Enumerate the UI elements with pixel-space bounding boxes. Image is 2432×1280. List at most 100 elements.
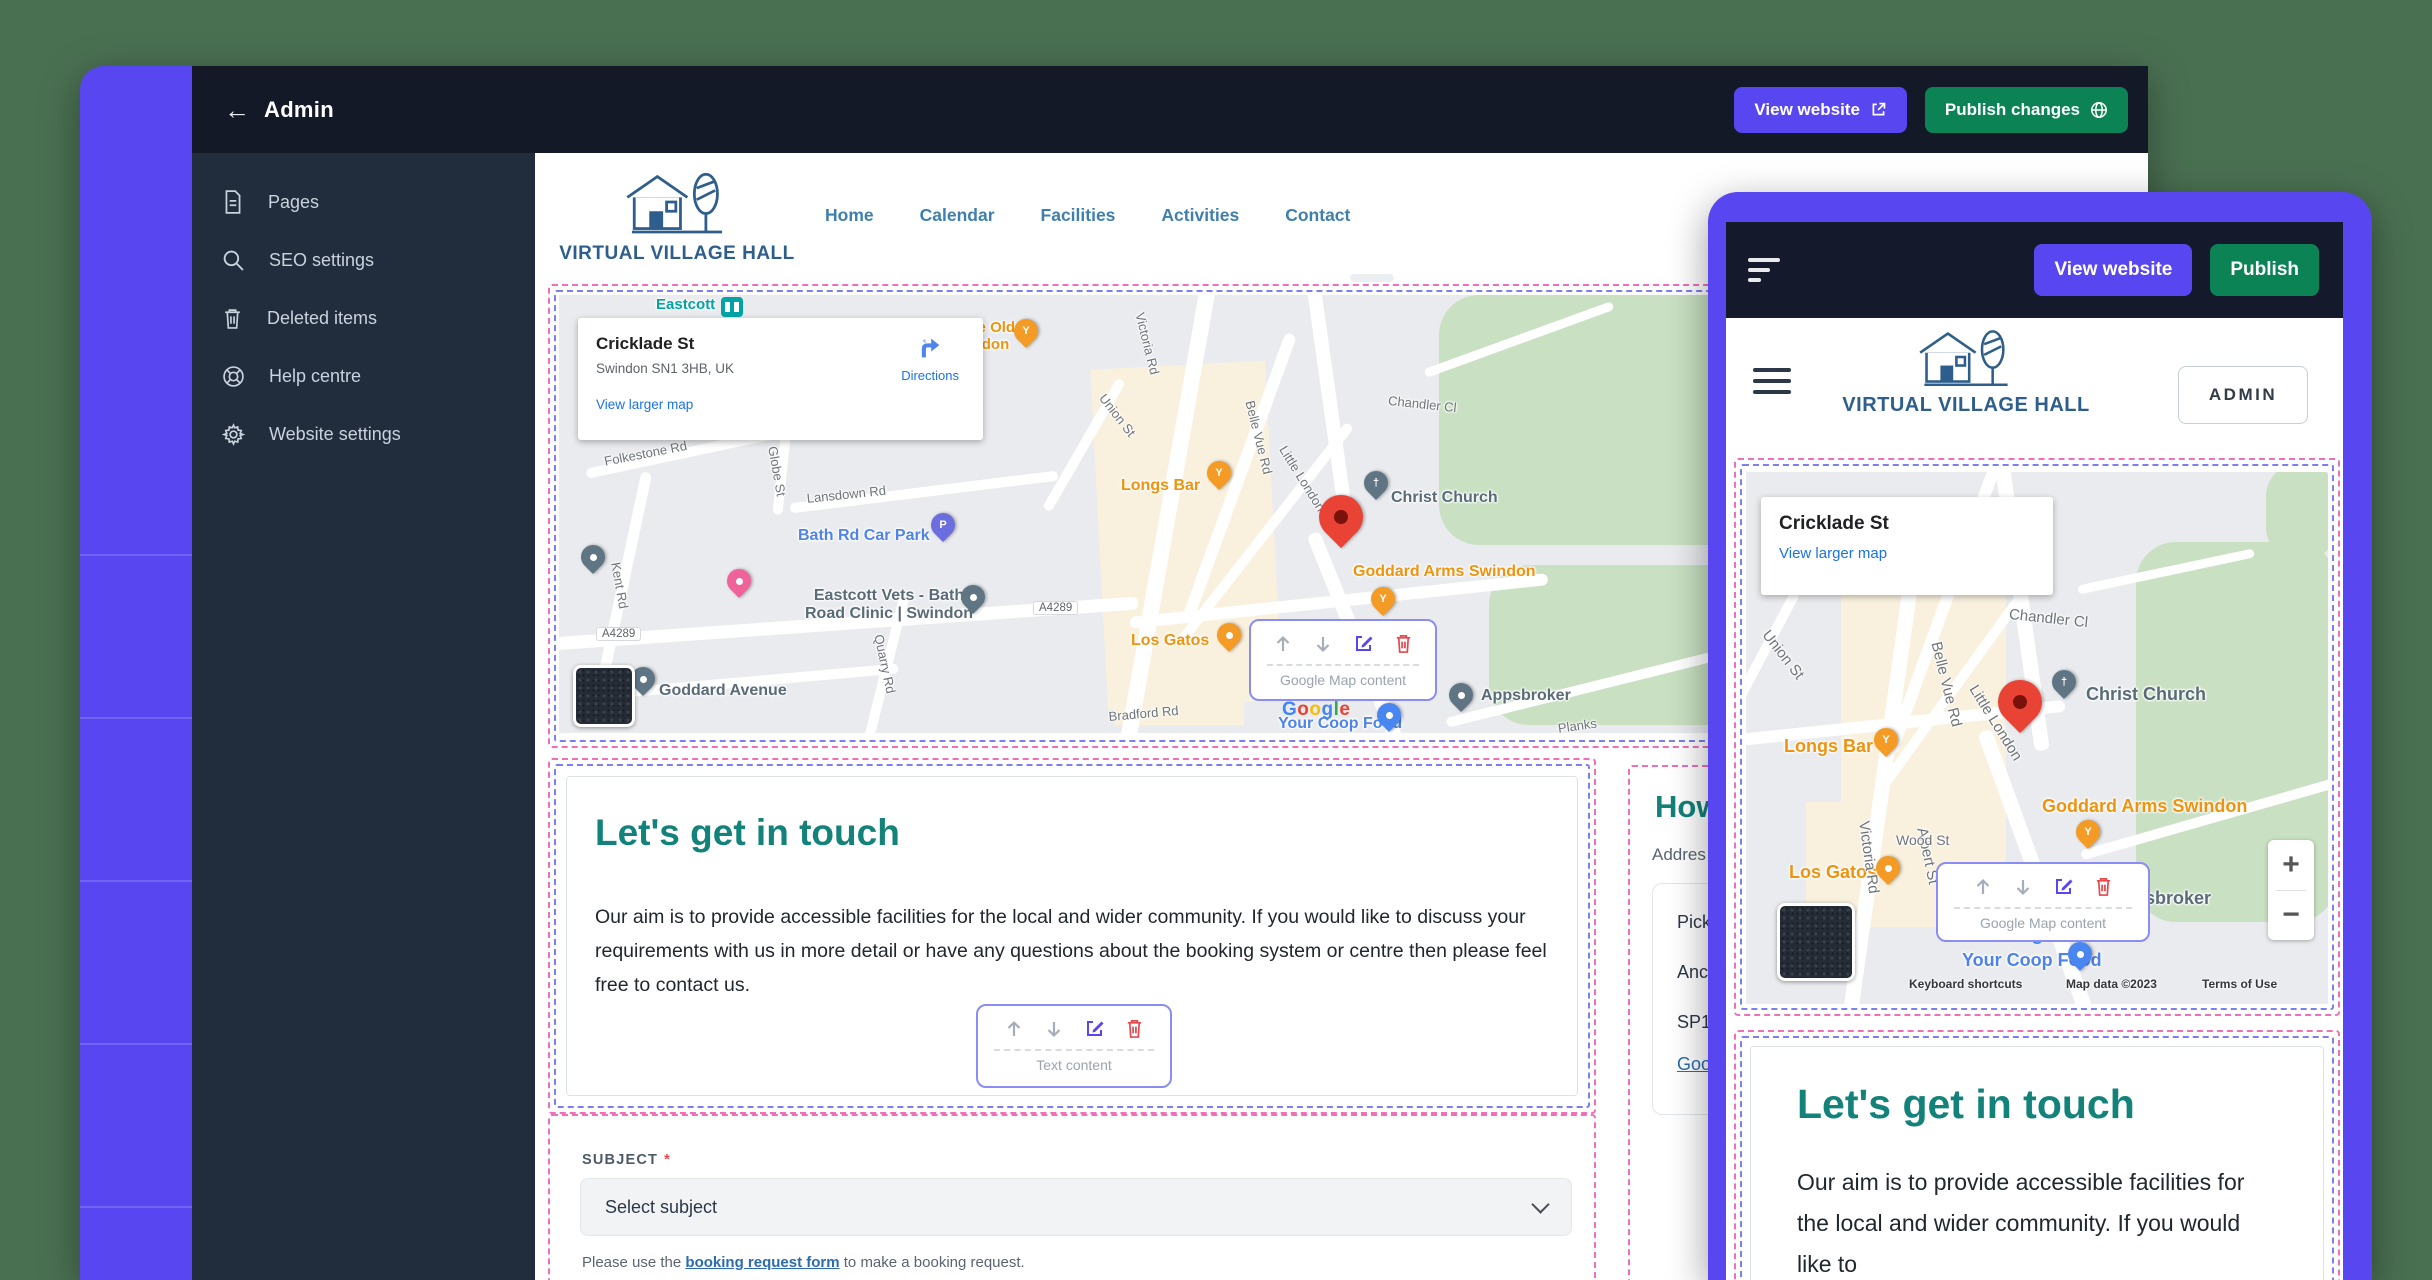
edit-icon[interactable] bbox=[1353, 633, 1374, 654]
chevron-down-icon bbox=[1531, 1195, 1549, 1213]
map-pin-icon[interactable]: † bbox=[1359, 466, 1393, 500]
map-pin-icon[interactable]: Y bbox=[1366, 582, 1400, 616]
map-label: Bath Rd Car Park bbox=[798, 527, 930, 545]
admin-title: Admin bbox=[264, 97, 334, 123]
move-up-icon[interactable] bbox=[1273, 634, 1293, 654]
map-content-toolbar: Google Map content bbox=[1249, 619, 1437, 701]
address-line: Anc bbox=[1677, 962, 1708, 983]
site-brand-text: VIRTUAL VILLAGE HALL bbox=[559, 243, 795, 265]
form-block-outline: SUBJECT* Select subject Please use the b… bbox=[548, 1114, 1596, 1280]
subject-select-value: Select subject bbox=[605, 1197, 717, 1218]
hamburger-menu-icon[interactable] bbox=[1753, 368, 1791, 394]
view-larger-map-link[interactable]: View larger map bbox=[596, 397, 965, 412]
map-pin-icon[interactable] bbox=[1372, 698, 1406, 732]
map-data-label: Map data ©2023 bbox=[2066, 977, 2157, 991]
directions-control[interactable]: Directions bbox=[901, 334, 959, 383]
map-label: Eastcott bbox=[656, 296, 715, 313]
nav-link-facilities[interactable]: Facilities bbox=[1041, 205, 1116, 226]
map-pin-icon[interactable] bbox=[1444, 678, 1478, 712]
publish-changes-label: Publish changes bbox=[1945, 100, 2080, 120]
map-label: Appsbroker bbox=[1481, 687, 1571, 705]
move-up-icon[interactable] bbox=[1973, 877, 1993, 897]
map-pin-icon[interactable]: Y bbox=[1202, 456, 1236, 490]
move-down-icon[interactable] bbox=[2013, 877, 2033, 897]
map-pin-icon[interactable] bbox=[576, 540, 610, 574]
section-paragraph: Our aim is to provide accessible facilit… bbox=[1797, 1162, 2277, 1280]
map-label: Goddard Avenue bbox=[659, 682, 787, 700]
view-larger-map-link[interactable]: View larger map bbox=[1779, 545, 2035, 562]
map-label: Christ Church bbox=[2086, 684, 2206, 705]
map-pin-icon[interactable] bbox=[1871, 851, 1905, 885]
map-pin-icon[interactable] bbox=[956, 580, 990, 614]
map-pin-icon[interactable]: † bbox=[2047, 665, 2081, 699]
map-label: Wood St bbox=[1896, 832, 1949, 848]
map-label: A4289 bbox=[1033, 601, 1078, 615]
satellite-toggle-thumbnail[interactable] bbox=[573, 665, 635, 727]
search-icon bbox=[222, 249, 245, 272]
delete-icon[interactable] bbox=[1125, 1018, 1144, 1039]
trash-icon bbox=[222, 307, 243, 330]
view-website-button[interactable]: View website bbox=[1734, 87, 1907, 133]
globe-icon bbox=[2090, 101, 2108, 119]
address-line: Pick bbox=[1677, 912, 1711, 933]
delete-icon[interactable] bbox=[1394, 633, 1413, 654]
admin-badge-button[interactable]: ADMIN bbox=[2178, 366, 2308, 424]
map-pin-icon[interactable] bbox=[1212, 618, 1246, 652]
strip-separator bbox=[80, 554, 192, 556]
sidebar-item-website-settings[interactable]: Website settings bbox=[192, 405, 535, 463]
sidebar-item-label: Pages bbox=[268, 192, 319, 213]
mobile-site-logo[interactable]: VIRTUAL VILLAGE HALL bbox=[1856, 324, 2076, 417]
map-pin-icon[interactable] bbox=[1310, 486, 1372, 548]
map-label: Goddard Arms Swindon bbox=[1353, 563, 1536, 581]
edit-icon[interactable] bbox=[1084, 1018, 1105, 1039]
mobile-map-block-outline: Google Cricklade St View larger map bbox=[1734, 458, 2340, 1016]
map-pin-icon[interactable] bbox=[722, 564, 756, 598]
strip-separator bbox=[80, 1206, 192, 1208]
map-pin-icon[interactable]: P bbox=[926, 508, 960, 542]
nav-link-calendar[interactable]: Calendar bbox=[920, 205, 995, 226]
sidebar-item-label: SEO settings bbox=[269, 250, 374, 271]
map-pin-icon[interactable]: Y bbox=[1009, 314, 1043, 348]
map-pin-icon[interactable] bbox=[1989, 671, 2051, 733]
help-lifebuoy-icon bbox=[222, 365, 245, 388]
map-zoom-control: + − bbox=[2268, 840, 2314, 940]
filter-lines-icon[interactable] bbox=[1748, 258, 1780, 282]
transit-marker-icon[interactable] bbox=[721, 297, 743, 317]
map-pin-icon[interactable]: Y bbox=[1869, 723, 1903, 757]
terms-of-use-link[interactable]: Terms of Use bbox=[2202, 977, 2277, 991]
move-down-icon[interactable] bbox=[1313, 634, 1333, 654]
zoom-in-button[interactable]: + bbox=[2268, 840, 2314, 890]
nav-link-activities[interactable]: Activities bbox=[1161, 205, 1239, 226]
move-up-icon[interactable] bbox=[1004, 1019, 1024, 1039]
mobile-google-map-embed[interactable]: Google Cricklade St View larger map bbox=[1746, 472, 2328, 1004]
map-card-title: Cricklade St bbox=[1779, 513, 2035, 535]
map-info-card: Cricklade St Swindon SN1 3HB, UK Directi… bbox=[578, 318, 983, 440]
sidebar-item-pages[interactable]: Pages bbox=[192, 173, 535, 231]
booking-request-form-link[interactable]: booking request form bbox=[685, 1254, 839, 1271]
map-pin-icon[interactable]: Y bbox=[2071, 815, 2105, 849]
delete-icon[interactable] bbox=[2094, 876, 2113, 897]
mobile-publish-button[interactable]: Publish bbox=[2210, 244, 2319, 296]
mobile-view-website-button[interactable]: View website bbox=[2034, 244, 2192, 296]
sidebar-item-deleted-items[interactable]: Deleted items bbox=[192, 289, 535, 347]
directions-label[interactable]: Directions bbox=[901, 368, 959, 383]
village-hall-logo-icon bbox=[625, 167, 729, 237]
zoom-out-button[interactable]: − bbox=[2268, 891, 2314, 941]
subject-select[interactable]: Select subject bbox=[580, 1178, 1572, 1236]
nav-link-home[interactable]: Home bbox=[825, 205, 874, 226]
address-link[interactable]: Goo bbox=[1677, 1054, 1711, 1075]
mobile-text-block-outline: Let's get in touch Our aim is to provide… bbox=[1734, 1030, 2340, 1280]
google-logo: Google bbox=[1282, 699, 1350, 721]
satellite-toggle-thumbnail[interactable] bbox=[1777, 903, 1855, 981]
nav-link-contact[interactable]: Contact bbox=[1285, 205, 1350, 226]
external-link-icon bbox=[1870, 101, 1887, 118]
publish-changes-button[interactable]: Publish changes bbox=[1925, 87, 2128, 133]
back-arrow-icon[interactable]: ← bbox=[224, 97, 250, 123]
edit-icon[interactable] bbox=[2053, 876, 2074, 897]
move-down-icon[interactable] bbox=[1044, 1019, 1064, 1039]
site-logo[interactable]: VIRTUAL VILLAGE HALL bbox=[557, 167, 797, 265]
sidebar-item-seo-settings[interactable]: SEO settings bbox=[192, 231, 535, 289]
keyboard-shortcuts-link[interactable]: Keyboard shortcuts bbox=[1909, 977, 2022, 991]
sidebar-item-help-centre[interactable]: Help centre bbox=[192, 347, 535, 405]
map-pin-icon[interactable] bbox=[2063, 937, 2097, 971]
